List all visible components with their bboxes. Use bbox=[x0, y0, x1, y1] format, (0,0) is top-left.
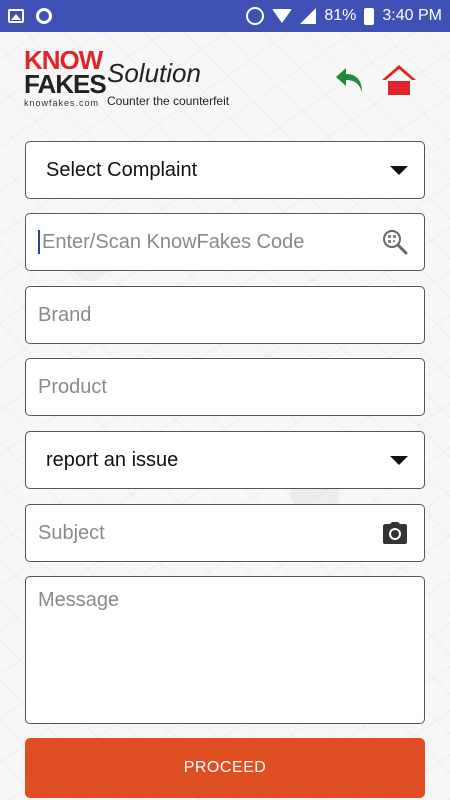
wifi-icon bbox=[272, 9, 293, 23]
issue-select-value: report an issue bbox=[46, 448, 179, 471]
complaint-select-value: Select Complaint bbox=[46, 158, 198, 181]
message-textarea[interactable]: Message bbox=[25, 576, 425, 724]
issue-select[interactable]: report an issue bbox=[25, 431, 425, 489]
battery-charging-icon bbox=[364, 7, 375, 25]
status-bar: 81% 3:40 PM bbox=[0, 0, 450, 32]
brand-input[interactable]: Brand bbox=[25, 286, 425, 344]
alarm-icon bbox=[246, 7, 265, 25]
scan-search-icon[interactable] bbox=[382, 229, 408, 255]
chevron-down-icon bbox=[390, 456, 408, 465]
circle-icon bbox=[36, 8, 52, 24]
product-placeholder: Product bbox=[38, 375, 107, 398]
app-header: KNOW FAKES knowfakes.com Solution Counte… bbox=[0, 32, 450, 124]
home-button[interactable] bbox=[380, 62, 418, 98]
message-placeholder: Message bbox=[38, 589, 120, 611]
knowfakes-logo: KNOW FAKES knowfakes.com bbox=[24, 47, 107, 108]
brand-placeholder: Brand bbox=[38, 303, 92, 326]
proceed-button[interactable]: PROCEED bbox=[25, 738, 425, 798]
signal-icon bbox=[300, 8, 317, 24]
subject-input[interactable]: Subject bbox=[25, 504, 425, 562]
camera-icon[interactable] bbox=[382, 521, 408, 545]
home-icon bbox=[382, 65, 416, 95]
code-input-placeholder: Enter/Scan KnowFakes Code bbox=[42, 230, 305, 253]
product-input[interactable]: Product bbox=[25, 358, 425, 416]
subject-placeholder: Subject bbox=[38, 521, 105, 544]
logo-url: knowfakes.com bbox=[24, 98, 100, 108]
complaint-select[interactable]: Select Complaint bbox=[25, 141, 425, 199]
logo-fakes: FAKES bbox=[24, 69, 107, 99]
image-icon bbox=[8, 9, 24, 23]
page-title: Solution bbox=[107, 58, 201, 88]
back-button[interactable] bbox=[332, 62, 368, 98]
battery-percent: 81% bbox=[324, 7, 357, 24]
chevron-down-icon bbox=[390, 166, 408, 175]
knowfakes-code-input[interactable]: Enter/Scan KnowFakes Code bbox=[25, 213, 425, 271]
status-time: 3:40 PM bbox=[382, 7, 442, 24]
tagline: Counter the counterfeit bbox=[107, 94, 230, 108]
back-arrow-icon bbox=[336, 68, 362, 92]
